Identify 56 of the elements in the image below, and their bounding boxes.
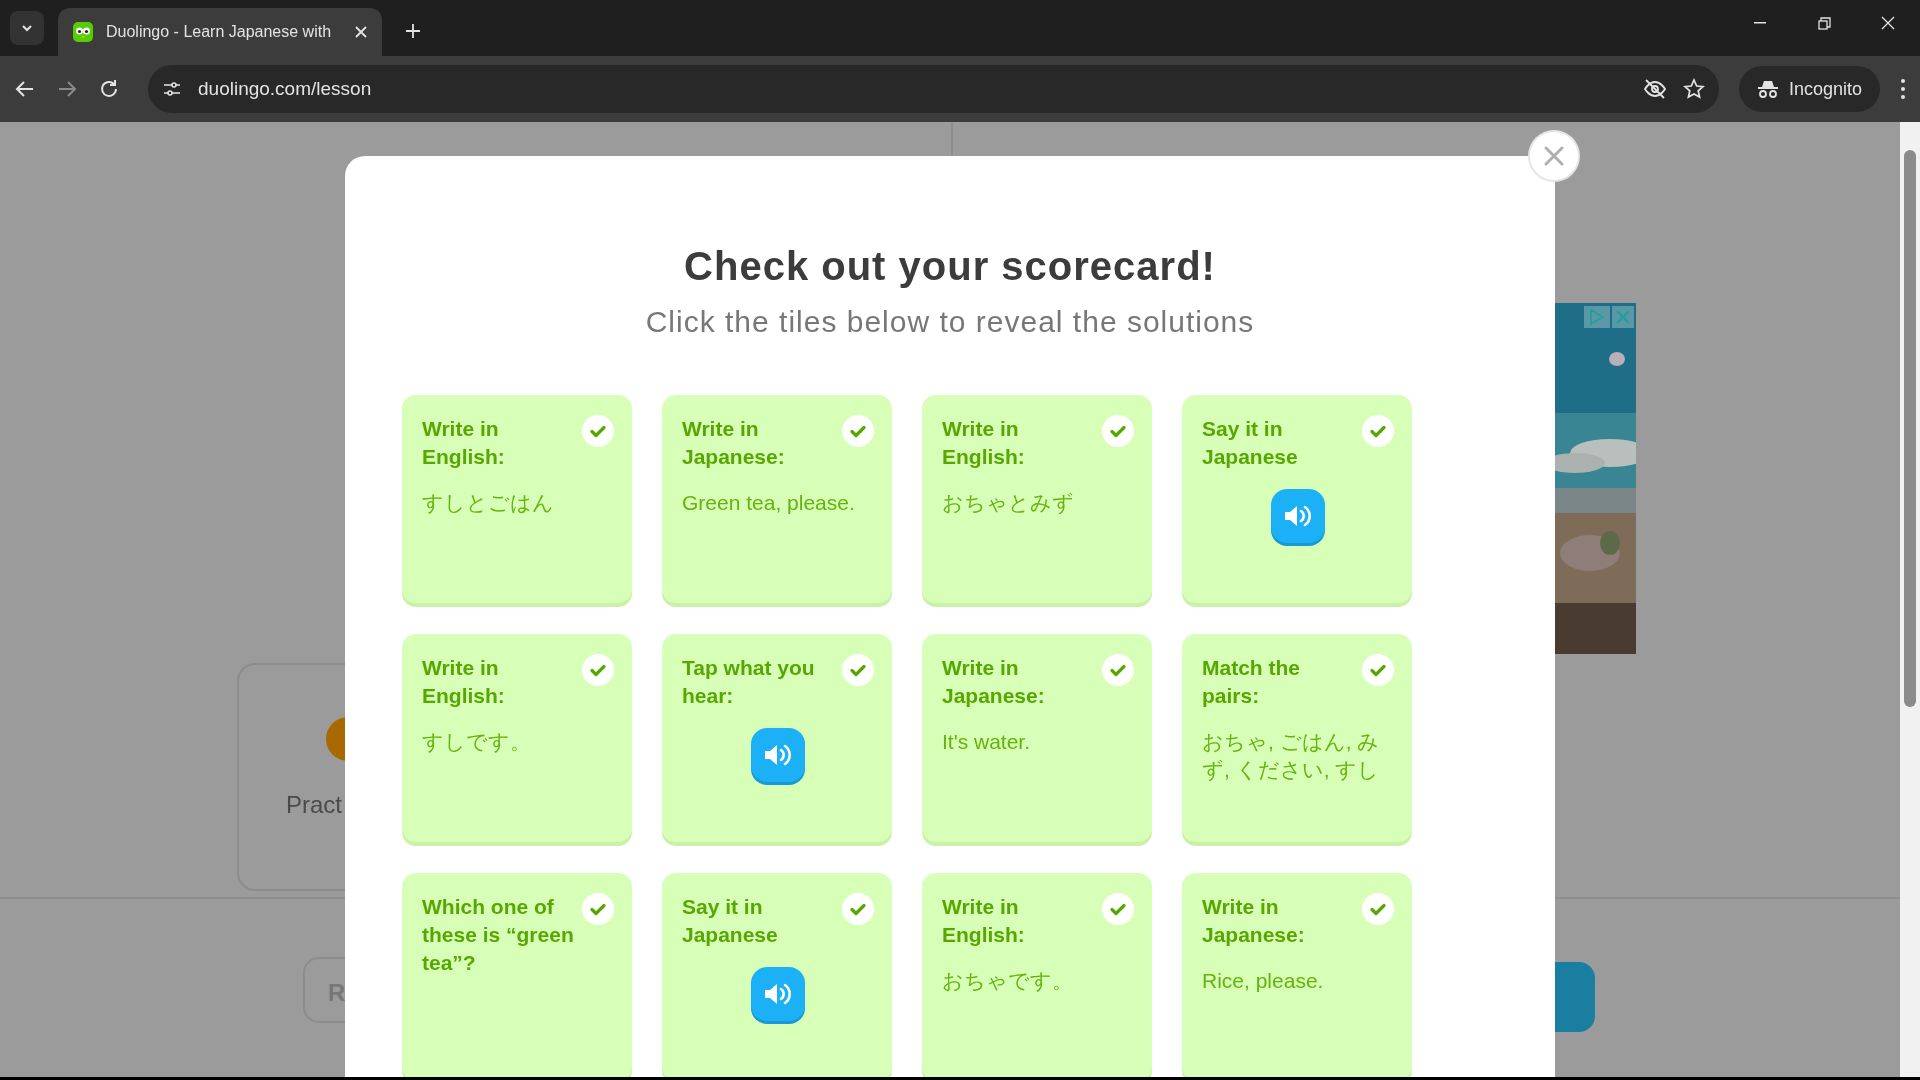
tile-prompt: Which one of these is “green tea”? [422,894,575,976]
tile-answer: Green tea, please. [682,490,856,516]
tile-prompt: Write in English: [422,655,506,709]
exercise-tile[interactable]: Write in Japanese: Rice, please. [1182,873,1412,1077]
tile-prompt: Write in English: [942,894,1026,948]
close-button[interactable] [1530,132,1578,180]
tile-answer: すしとごはん [422,490,555,516]
tile-prompt: Write in English: [942,416,1026,470]
scrollbar-thumb[interactable] [1904,150,1916,707]
exercise-tile[interactable]: Write in English: おちゃです。 [922,873,1152,1077]
reload-icon[interactable] [98,78,120,100]
tile-answer: Rice, please. [1202,968,1325,994]
dialog-subtitle: Click the tiles below to reveal the solutions [645,305,1255,339]
speaker-icon [1283,503,1313,529]
tile-answer: おちゃ, ごはん, みず, ください, すし [1202,729,1381,783]
speaker-icon [763,742,793,768]
eye-off-icon[interactable] [1642,78,1667,100]
site-settings-icon[interactable] [162,79,182,99]
tile-prompt: Say it in Japanese [1202,416,1299,470]
card-title: Pract [286,791,342,819]
speaker-button[interactable] [751,728,805,782]
incognito-icon [1756,79,1779,99]
speaker-icon [763,981,793,1007]
tile-prompt: Say it in Japanese [682,894,779,948]
minimize-icon [1754,22,1766,24]
tab-list-button[interactable] [10,11,44,45]
profile-label: Incognito [1788,78,1862,100]
exercise-tile[interactable]: Say it in Japanese [662,873,892,1077]
speaker-button[interactable] [751,967,805,1021]
more-icon[interactable] [1900,78,1906,100]
browser-tab[interactable]: Duolingo - Learn Japanese with [58,8,382,56]
url-text: duolingo.com/lesson [198,78,373,100]
incognito-chip[interactable]: Incognito [1738,66,1880,112]
tile-answer: おちゃとみず [942,490,1075,516]
address-bar[interactable]: duolingo.com/lesson [148,65,1719,113]
tile-prompt: Write in Japanese: [1202,894,1306,948]
tile-prompt: Tap what you hear: [682,655,816,709]
restore-icon [1817,16,1831,30]
tile-answer: おちゃです。 [942,968,1074,994]
exercise-tile[interactable]: Which one of these is “green tea”? [402,873,632,1077]
scrollbar[interactable] [1900,122,1920,1077]
tile-prompt: Match the pairs: [1202,655,1301,709]
plus-icon [405,23,421,39]
tile-prompt: Write in English: [422,416,506,470]
close-icon[interactable] [354,25,368,39]
close-icon [1543,145,1565,167]
close-icon [1881,16,1895,30]
owl-icon [72,21,94,43]
tab-title: Duolingo - Learn Japanese with [106,23,333,41]
dialog-title: Check out your scorecard! [684,244,1216,289]
star-icon[interactable] [1682,78,1705,100]
tile-prompt: Write in Japanese: [942,655,1046,709]
speaker-button[interactable] [1271,489,1325,543]
tile-prompt: Write in Japanese: [682,416,786,470]
tile-answer: It's water. [942,729,1032,755]
tile-answer: すしです。 [422,729,532,755]
